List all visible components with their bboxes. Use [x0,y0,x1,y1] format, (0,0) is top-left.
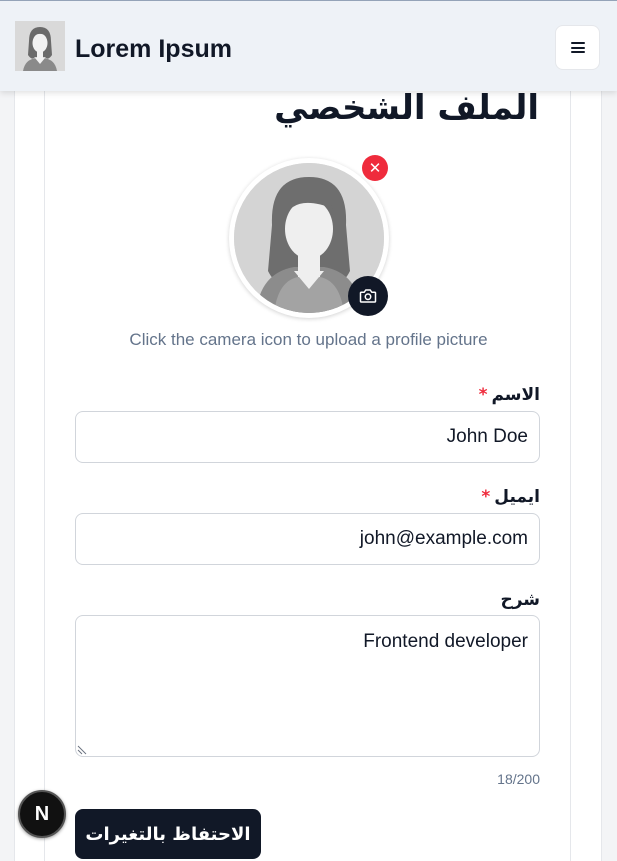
top-navbar: Lorem Ipsum [0,0,617,91]
name-field[interactable] [75,411,540,463]
save-changes-button[interactable]: الاحتفاظ بالتغيرات [75,809,261,859]
email-field[interactable] [75,513,540,565]
name-label: الاسم* [479,384,540,406]
email-label-text: ايميل [494,487,540,507]
bio-textarea[interactable]: Frontend developer [75,615,540,757]
bio-label: شرح [500,590,540,610]
avatar-placeholder-icon [15,21,65,71]
camera-icon [359,289,377,303]
menu-button[interactable] [555,25,600,70]
hamburger-icon [570,42,585,53]
required-mark: * [478,385,488,405]
upload-picture-button[interactable] [348,276,388,316]
upload-hint: Click the camera icon to upload a profil… [129,330,488,349]
remove-picture-button[interactable]: ✕ [362,155,388,181]
logo-avatar[interactable] [15,21,65,71]
character-counter: 18/200 [497,771,540,787]
nextjs-dev-badge[interactable]: N [18,790,66,838]
app-title[interactable]: Lorem Ipsum [75,34,232,64]
required-mark: * [481,487,491,507]
name-label-text: الاسم [491,385,540,405]
email-label: ايميل* [481,486,540,508]
next-logo-icon: N [34,802,50,825]
resize-handle-icon[interactable] [77,745,87,755]
close-icon: ✕ [368,159,382,177]
page-title: الملف الشخصي [274,88,539,128]
